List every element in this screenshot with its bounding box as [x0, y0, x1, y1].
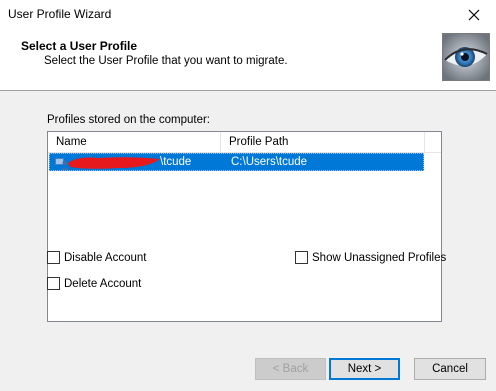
checkbox-box[interactable] — [47, 277, 60, 290]
list-header: Name Profile Path — [48, 132, 441, 153]
page-title: Select a User Profile — [21, 39, 138, 53]
list-item[interactable]: \tcude C:\Users\tcude — [49, 153, 424, 171]
wizard-content: Profiles stored on the computer: Name Pr… — [0, 91, 496, 340]
profiles-list[interactable]: Name Profile Path \tcude C:\Users\tcude — [47, 131, 442, 322]
close-icon — [468, 9, 480, 21]
checkbox-box[interactable] — [295, 251, 308, 264]
next-button[interactable]: Next > — [329, 358, 400, 380]
disable-account-checkbox[interactable]: Disable Account — [47, 251, 146, 264]
delete-account-checkbox[interactable]: Delete Account — [47, 277, 141, 290]
column-header-profile-path[interactable]: Profile Path — [221, 132, 425, 152]
title-bar: User Profile Wizard — [0, 0, 496, 30]
wizard-footer: < Back Next > Cancel — [0, 340, 496, 391]
eye-icon — [442, 33, 490, 81]
cancel-button[interactable]: Cancel — [414, 358, 486, 380]
window-title: User Profile Wizard — [8, 7, 112, 21]
profile-path: C:\Users\tcude — [231, 156, 308, 168]
close-button[interactable] — [452, 0, 496, 30]
page-subtitle: Select the User Profile that you want to… — [44, 55, 288, 67]
show-unassigned-profiles-checkbox[interactable]: Show Unassigned Profiles — [295, 251, 446, 264]
profiles-label: Profiles stored on the computer: — [47, 114, 210, 126]
column-header-name[interactable]: Name — [48, 132, 221, 152]
checkbox-box[interactable] — [47, 251, 60, 264]
redaction-mark — [68, 157, 160, 169]
back-button[interactable]: < Back — [255, 358, 326, 380]
profile-name: \tcude — [160, 156, 192, 168]
wizard-header: Select a User Profile Select the User Pr… — [0, 30, 496, 91]
